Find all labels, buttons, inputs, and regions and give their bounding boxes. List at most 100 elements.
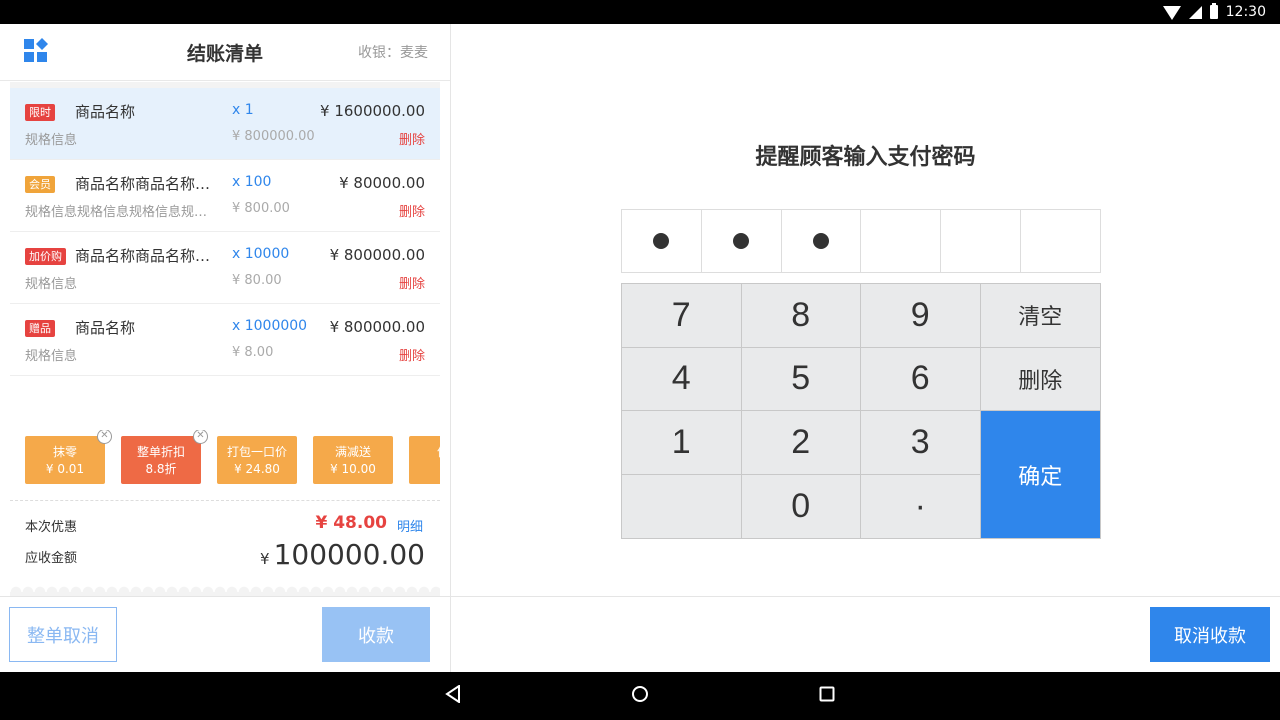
item-quantity[interactable]: x 100 xyxy=(232,174,271,190)
promotion-chip[interactable]: 打包一口价 ¥ 24.80 xyxy=(217,436,297,484)
promotion-chip[interactable]: 满减送 ¥ 10.00 xyxy=(313,436,393,484)
promotion-name: 满减送 xyxy=(334,445,371,459)
item-unit-price: ¥ 8.00 xyxy=(232,345,274,360)
cancel-payment-button[interactable]: 取消收款 xyxy=(1150,607,1270,662)
promotion-name: 优惠 xyxy=(409,444,440,461)
item-tag: 赠品 xyxy=(25,320,55,337)
status-bar: 12:30 xyxy=(0,0,1280,24)
cashier-name: 收银：麦麦 xyxy=(358,45,428,61)
checkout-list-panel: 结账清单 收银：麦麦 限时 商品名称 x 1 ¥ 1600000.00 规格信息 ¥ 80… xyxy=(0,24,451,672)
password-dot xyxy=(813,233,830,249)
discount-label: 本次优惠 xyxy=(25,520,78,535)
key-3[interactable]: 3 xyxy=(861,411,981,475)
checkout-header: 结账清单 收银：麦麦 xyxy=(0,24,450,81)
key-6[interactable]: 6 xyxy=(861,347,981,411)
close-icon[interactable]: ✕ xyxy=(193,430,208,444)
key-5[interactable]: 5 xyxy=(741,347,861,411)
item-quantity[interactable]: x 1 xyxy=(232,102,254,118)
item-spec: 规格信息 xyxy=(25,349,78,364)
item-delete-link[interactable]: 删除 xyxy=(399,345,425,364)
item-price: ¥ 800000.00 xyxy=(329,318,425,336)
checkout-footer: 整单取消 收款 xyxy=(0,596,450,672)
item-price: ¥ 80000.00 xyxy=(339,174,425,192)
battery-icon xyxy=(1209,3,1218,19)
navigation-bar xyxy=(0,672,1280,720)
payment-footer: 取消收款 xyxy=(451,596,1280,672)
total-amount: ¥100000.00 xyxy=(260,538,425,571)
item-name: 商品名称商品名称商品名称 xyxy=(75,175,220,193)
item-unit-price: ¥ 800.00 xyxy=(232,201,290,216)
home-icon[interactable] xyxy=(631,685,649,707)
item-delete-link[interactable]: 删除 xyxy=(399,273,425,292)
promotion-list: 抹零 ¥ 0.01 ✕ 整单折扣 8.8折 ✕ 打包一口价 ¥ 24.80 满减送 ¥ 10.00… xyxy=(10,430,440,504)
item-spec: 规格信息 xyxy=(25,277,78,292)
close-icon[interactable]: ✕ xyxy=(97,430,112,444)
password-cell xyxy=(861,210,942,272)
item-unit-price: ¥ 80.00 xyxy=(232,273,282,288)
item-name: 商品名称 xyxy=(75,103,136,121)
password-dot xyxy=(653,233,670,249)
total-value: 100000.00 xyxy=(273,538,425,571)
item-row[interactable]: 限时 商品名称 x 1 ¥ 1600000.00 规格信息 ¥ 800000.00 删除 xyxy=(10,88,440,160)
back-icon[interactable] xyxy=(445,684,461,707)
item-spec: 规格信息 xyxy=(25,133,78,148)
key-0[interactable]: 0 xyxy=(741,474,861,538)
item-unit-price: ¥ 800000.00 xyxy=(232,129,315,144)
item-quantity[interactable]: x 1000000 xyxy=(232,318,307,334)
item-price: ¥ 800000.00 xyxy=(329,246,425,264)
total-label: 应收金额 xyxy=(25,551,78,566)
wifi-icon xyxy=(1162,6,1181,20)
delete-key[interactable]: 删除 xyxy=(980,347,1100,411)
payment-prompt: 提醒顾客输入支付密码 xyxy=(755,145,976,170)
key-dot[interactable]: · xyxy=(861,474,981,538)
promotion-chip[interactable]: 整单折扣 8.8折 ✕ xyxy=(121,430,208,484)
promotion-value: 8.8折 xyxy=(145,462,177,476)
password-cell xyxy=(941,210,1022,272)
cancel-order-button[interactable]: 整单取消 xyxy=(9,607,117,662)
item-spec: 规格信息规格信息规格信息规格信息 xyxy=(25,205,215,220)
collect-payment-button[interactable]: 收款 xyxy=(322,607,430,662)
item-tag: 限时 xyxy=(25,104,55,121)
promotion-chip[interactable]: 抹零 ¥ 0.01 ✕ xyxy=(25,430,112,484)
key-1[interactable]: 1 xyxy=(622,411,742,475)
item-row[interactable]: 加价购商品名称商品名称商品名称 x 10000 ¥ 800000.00 规格信息 ¥ 8… xyxy=(10,232,440,304)
item-name: 商品名称 xyxy=(75,319,136,337)
password-input[interactable] xyxy=(621,209,1101,273)
key-8[interactable]: 8 xyxy=(741,284,861,348)
item-delete-link[interactable]: 删除 xyxy=(399,129,425,148)
discount-value: ¥ 48.00 xyxy=(315,513,387,533)
key-2[interactable]: 2 xyxy=(741,411,861,475)
item-tag: 加价购 xyxy=(25,248,66,265)
password-cell xyxy=(782,210,862,272)
promotion-chip[interactable]: 优惠¥ xyxy=(409,436,440,484)
promotion-name: 抹零 xyxy=(52,445,77,459)
confirm-key[interactable]: 确定 xyxy=(980,411,1100,538)
password-cell xyxy=(702,210,782,272)
key-9[interactable]: 9 xyxy=(861,284,981,348)
password-cell xyxy=(622,210,702,272)
key-4[interactable]: 4 xyxy=(622,347,742,411)
receipt-edge xyxy=(10,580,440,592)
item-list: 限时 商品名称 x 1 ¥ 1600000.00 规格信息 ¥ 800000.00 删除 会员… xyxy=(10,88,440,376)
total-currency: ¥ xyxy=(260,550,270,568)
payment-panel: 提醒顾客输入支付密码 7 8 9 清空 4 5 6 删除 1 2 3 确定 0 … xyxy=(451,24,1280,672)
clear-key[interactable]: 清空 xyxy=(980,284,1100,348)
item-delete-link[interactable]: 删除 xyxy=(399,201,425,220)
receipt: 限时 商品名称 x 1 ¥ 1600000.00 规格信息 ¥ 800000.00 删除 会员… xyxy=(10,82,440,612)
promotion-value: ¥ 10.00 xyxy=(330,462,376,476)
status-time: 12:30 xyxy=(1225,4,1266,20)
apps-icon[interactable] xyxy=(24,37,50,65)
recent-apps-icon[interactable] xyxy=(819,686,835,706)
item-tag: 会员 xyxy=(25,176,55,193)
promotion-value: ¥ 0.01 xyxy=(45,462,85,476)
promotion-name: 打包一口价 xyxy=(226,445,287,459)
item-quantity[interactable]: x 10000 xyxy=(232,246,289,262)
numeric-keypad: 7 8 9 清空 4 5 6 删除 1 2 3 确定 0 · xyxy=(621,283,1101,539)
item-row[interactable]: 会员 商品名称商品名称商品名称 x 100 ¥ 80000.00 规格信息规格信息规格信… xyxy=(10,160,440,232)
key-7[interactable]: 7 xyxy=(622,284,742,348)
item-row[interactable]: 赠品 商品名称 x 1000000 ¥ 800000.00 规格信息 ¥ 8.00 删除 xyxy=(10,304,440,376)
item-name: 商品名称商品名称商品名称 xyxy=(75,247,220,265)
promotion-value: ¥ 24.80 xyxy=(234,462,280,476)
discount-detail-link[interactable]: 明细 xyxy=(397,516,423,535)
promotion-name: 整单折扣 xyxy=(136,445,185,459)
